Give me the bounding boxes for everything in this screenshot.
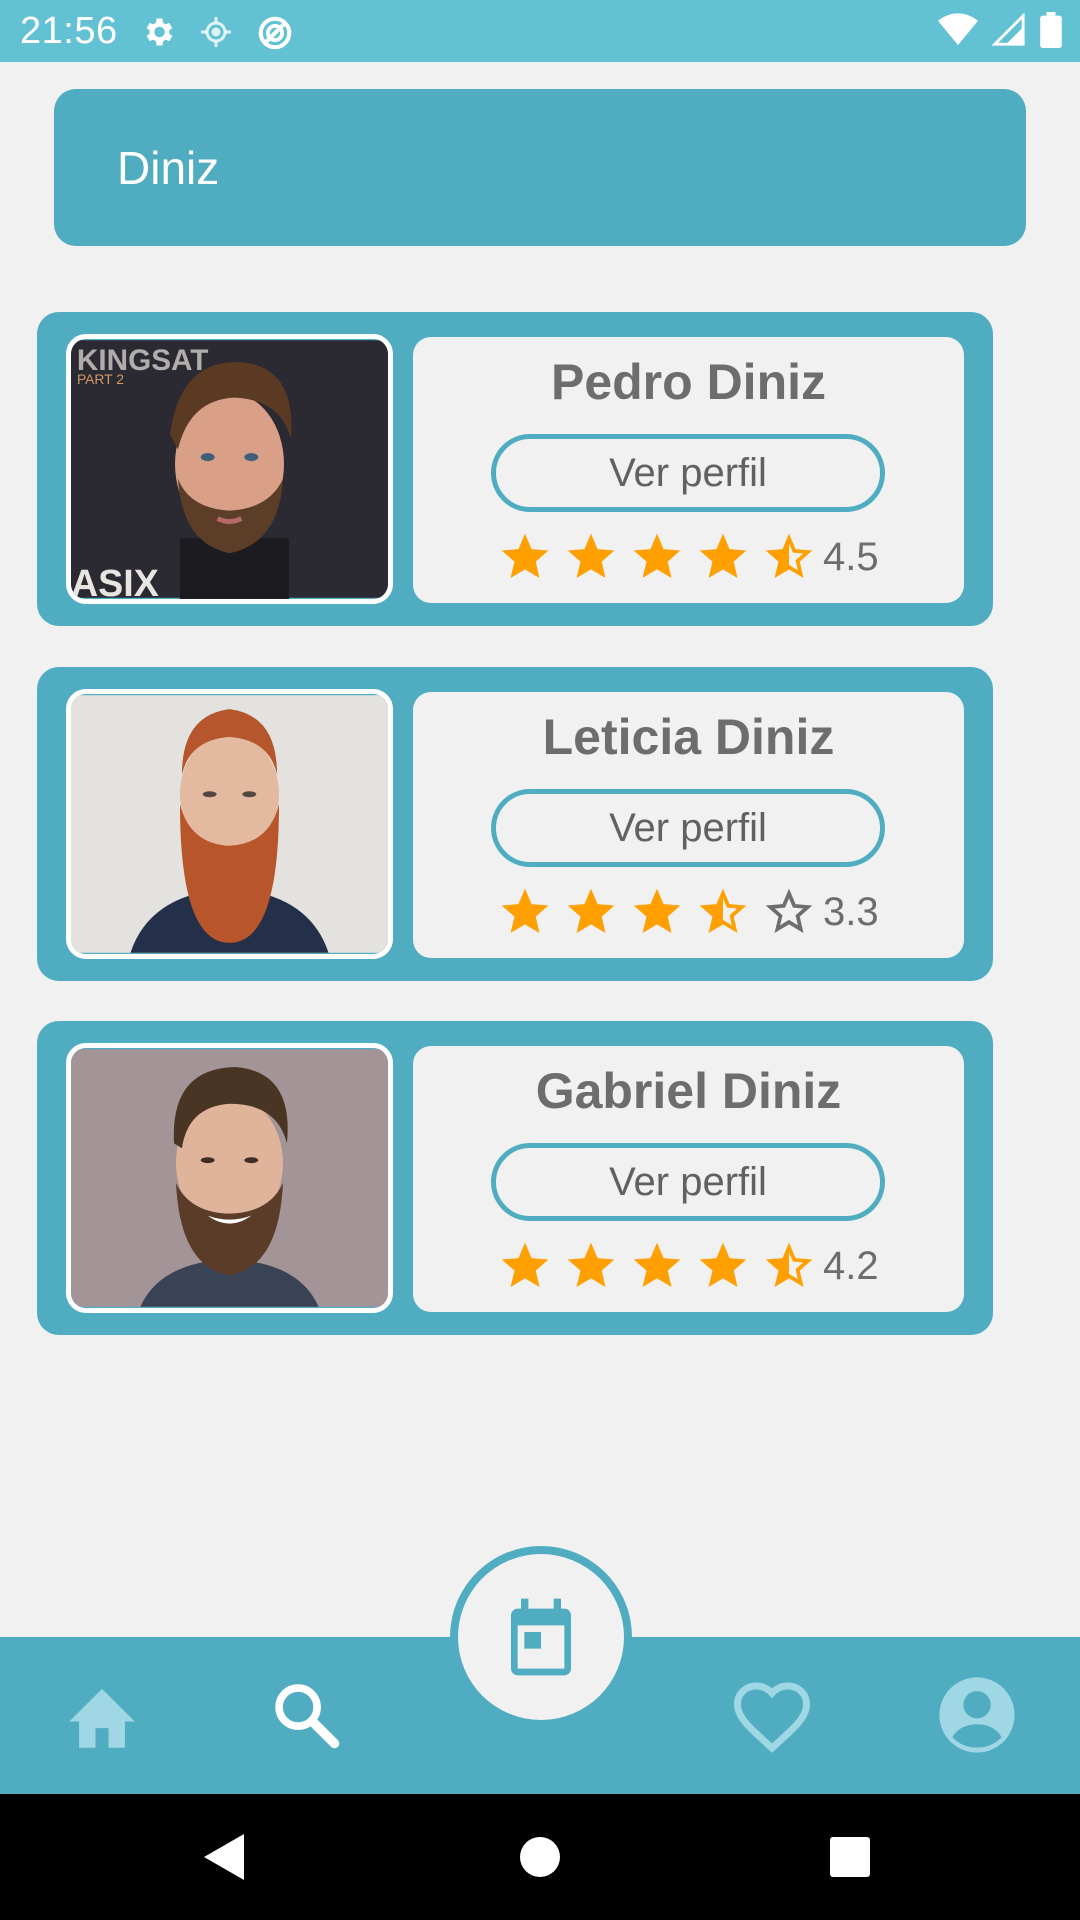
rating-value: 4.2 — [823, 1243, 879, 1288]
barber-info: Leticia Diniz Ver perfil 3.3 — [413, 692, 964, 958]
star-full-icon — [501, 533, 549, 578]
heart-icon[interactable] — [730, 1679, 814, 1755]
barber-photo: KINGSAT PART 2 ASIX — [66, 334, 393, 604]
rating-value: 3.3 — [823, 889, 879, 934]
system-navigation-bar — [0, 1794, 1080, 1920]
home-circle-icon[interactable] — [520, 1837, 560, 1877]
recents-icon[interactable] — [830, 1837, 870, 1877]
barber-photo — [66, 689, 393, 959]
status-right-icons — [938, 12, 1062, 48]
barber-name: Pedro Diniz — [550, 354, 827, 410]
status-time: 21:56 — [20, 10, 118, 52]
star-empty-icon — [765, 888, 813, 933]
signal-icon — [992, 13, 1025, 46]
barber-name: Gabriel Diniz — [535, 1063, 842, 1119]
view-profile-button[interactable]: Ver perfil — [491, 434, 885, 512]
barber-name: Leticia Diniz — [542, 709, 835, 765]
account-icon[interactable] — [936, 1674, 1018, 1756]
barber-info: Pedro Diniz Ver perfil 4.5 — [413, 337, 964, 603]
star-full-icon — [501, 1242, 549, 1287]
star-half-icon — [765, 1242, 813, 1287]
barber-info: Gabriel Diniz Ver perfil 4.2 — [413, 1046, 964, 1312]
barber-card: KINGSAT PART 2 ASIX Pedro Diniz Ver perf… — [37, 312, 993, 626]
star-full-icon — [501, 888, 549, 933]
calendar-fab-inner — [458, 1554, 624, 1720]
star-full-icon — [567, 533, 615, 578]
search-icon[interactable] — [268, 1677, 344, 1753]
man-red-beard-photo — [71, 695, 388, 953]
star-full-icon — [633, 533, 681, 578]
view-profile-button[interactable]: Ver perfil — [491, 1143, 885, 1221]
svg-text:ASIX: ASIX — [71, 562, 159, 599]
star-full-icon — [699, 1242, 747, 1287]
battery-icon — [1040, 12, 1062, 48]
search-field[interactable]: Diniz — [54, 89, 1026, 246]
man-dark-hair-beard-photo: KINGSAT PART 2 ASIX — [71, 340, 388, 599]
rating: 3.3 — [497, 884, 879, 940]
view-profile-button[interactable]: Ver perfil — [491, 789, 885, 867]
barber-card: Gabriel Diniz Ver perfil 4.2 — [37, 1021, 993, 1335]
calendar-fab[interactable] — [450, 1546, 632, 1728]
barber-photo — [66, 1043, 393, 1313]
star-full-icon — [567, 1242, 615, 1287]
home-icon[interactable] — [62, 1679, 142, 1751]
rating: 4.5 — [497, 529, 879, 585]
star-full-icon — [633, 888, 681, 933]
status-left-icons — [140, 14, 294, 52]
star-half-icon — [699, 888, 747, 933]
star-half-icon — [765, 533, 813, 578]
svg-text:PART 2: PART 2 — [77, 371, 124, 387]
status-bar: 21:56 — [0, 0, 1080, 62]
back-icon[interactable] — [204, 1834, 244, 1880]
calendar-icon — [511, 1598, 571, 1676]
gear-icon — [146, 18, 173, 46]
search-input-value[interactable]: Diniz — [117, 141, 219, 195]
barber-card: Leticia Diniz Ver perfil 3.3 — [37, 667, 993, 981]
star-full-icon — [567, 888, 615, 933]
star-full-icon — [699, 533, 747, 578]
wifi-icon — [938, 13, 978, 46]
sync-icon — [258, 16, 292, 50]
star-full-icon — [633, 1242, 681, 1287]
man-smiling-beard-photo — [71, 1049, 388, 1307]
rating-value: 4.5 — [823, 534, 879, 579]
location-icon — [201, 17, 231, 47]
rating: 4.2 — [497, 1238, 879, 1294]
